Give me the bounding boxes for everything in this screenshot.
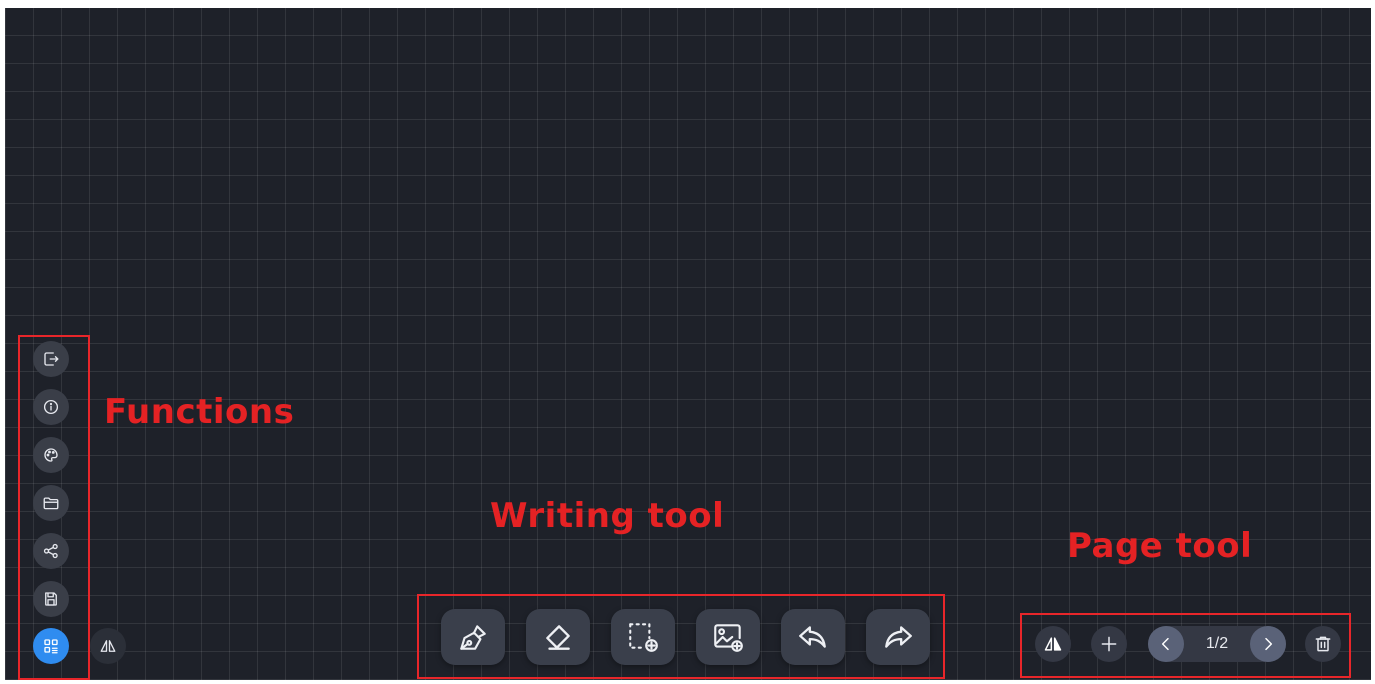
prev-page-icon <box>1161 637 1169 651</box>
delete-page-icon <box>1315 636 1331 652</box>
undo-icon <box>799 626 826 648</box>
select-icon <box>629 623 658 652</box>
writing-tool-annotation: Writing tool <box>490 496 725 536</box>
share-icon <box>43 543 58 559</box>
mirror-toggle-icon <box>1044 637 1062 651</box>
page-mirror-toggle-button[interactable] <box>1035 626 1071 662</box>
exit-button[interactable] <box>33 341 69 377</box>
palette-icon <box>44 448 58 462</box>
add-page-icon <box>1101 636 1117 652</box>
theme-button[interactable] <box>33 437 69 473</box>
eraser-icon <box>546 625 570 650</box>
functions-annotation: Functions <box>104 392 295 432</box>
page-indicator: 1/2 <box>1205 635 1229 652</box>
insert-image-icon <box>714 624 743 652</box>
redo-icon <box>885 626 912 648</box>
info-icon <box>43 399 59 415</box>
prev-page-button[interactable] <box>1148 626 1184 662</box>
add-page-button[interactable] <box>1091 626 1127 662</box>
eraser-tool-button[interactable] <box>526 609 590 665</box>
mirror-toggle-icon <box>100 640 116 652</box>
save-button[interactable] <box>33 581 69 617</box>
whiteboard-canvas[interactable] <box>5 8 1371 680</box>
page-navigator: 1/2 <box>1148 626 1286 662</box>
pen-icon <box>460 625 486 650</box>
undo-button[interactable] <box>781 609 845 665</box>
save-icon <box>45 592 57 606</box>
info-button[interactable] <box>33 389 69 425</box>
next-page-button[interactable] <box>1250 626 1286 662</box>
open-file-button[interactable] <box>33 485 69 521</box>
redo-button[interactable] <box>866 609 930 665</box>
insert-image-button[interactable] <box>696 609 760 665</box>
next-page-icon <box>1265 637 1273 651</box>
share-button[interactable] <box>33 533 69 569</box>
page-tool-annotation: Page tool <box>1067 526 1253 566</box>
pen-tool-button[interactable] <box>441 609 505 665</box>
folder-icon <box>43 497 59 510</box>
delete-page-button[interactable] <box>1305 626 1341 662</box>
menu-grid-icon <box>44 639 58 654</box>
exit-icon <box>44 352 59 366</box>
select-tool-button[interactable] <box>611 609 675 665</box>
mirror-toggle-button[interactable] <box>90 628 126 664</box>
menu-button[interactable] <box>33 628 69 664</box>
